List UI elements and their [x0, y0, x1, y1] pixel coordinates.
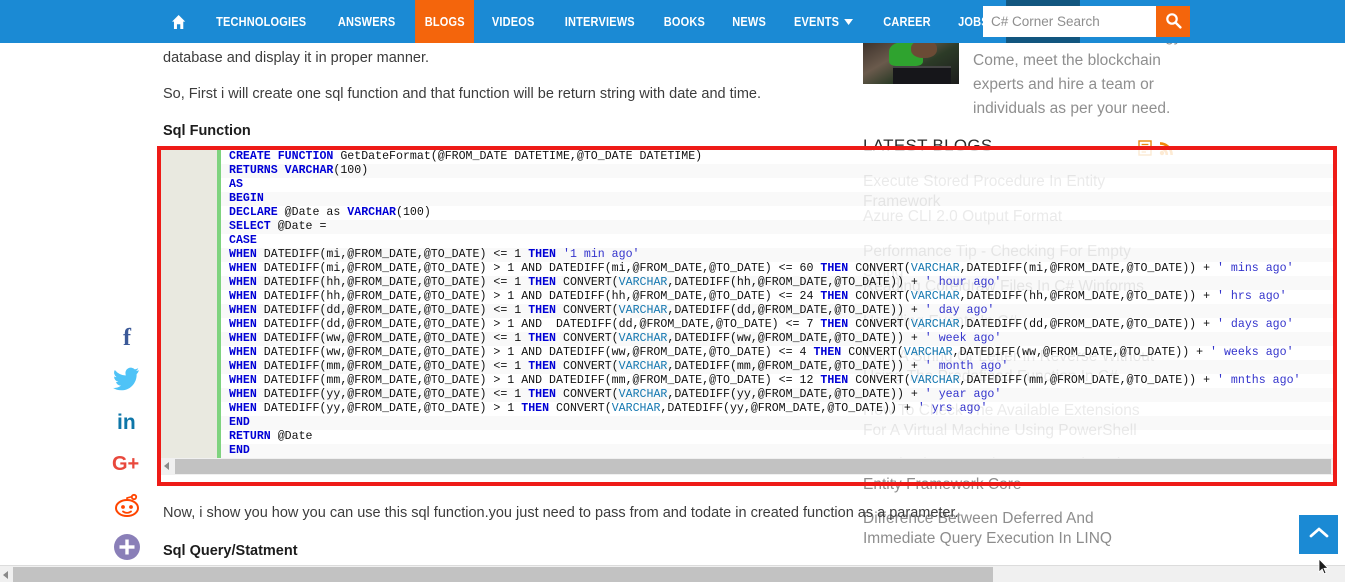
scroll-left-arrow-icon[interactable]: [164, 462, 169, 470]
code-line: 09.WHEN DATEDIFF(mi,@FROM_DATE,@TO_DATE)…: [161, 262, 1333, 276]
code-line: 17.WHEN DATEDIFF(mm,@FROM_DATE,@TO_DATE)…: [161, 374, 1333, 388]
svg-text:in: in: [117, 411, 136, 434]
code-line-text: CREATE FUNCTION GetDateFormat(@FROM_DATE…: [229, 150, 703, 163]
nav-label: NEWS: [732, 14, 767, 29]
nav-label: BLOGS: [424, 14, 465, 29]
nav-home-button[interactable]: [162, 0, 196, 43]
code-line-text: WHEN DATEDIFF(mm,@FROM_DATE,@TO_DATE) <=…: [229, 360, 1009, 373]
nav-item-events[interactable]: EVENTS: [785, 0, 864, 43]
code-line-text: CASE: [229, 234, 257, 247]
code-change-marker: [217, 150, 221, 458]
facebook-icon[interactable]: f: [110, 320, 144, 354]
code-line-text: END: [229, 416, 250, 429]
code-line: 07.CASE: [161, 234, 1333, 248]
code-line: 03.AS: [161, 178, 1333, 192]
code-line: 08.WHEN DATEDIFF(mi,@FROM_DATE,@TO_DATE)…: [161, 248, 1333, 262]
svg-text:G+: G+: [112, 453, 139, 475]
code-line-text: WHEN DATEDIFF(ww,@FROM_DATE,@TO_DATE) > …: [229, 346, 1294, 359]
code-line-text: END: [229, 444, 250, 457]
code-line: 06.SELECT @Date =: [161, 220, 1333, 234]
code-line: 12.WHEN DATEDIFF(dd,@FROM_DATE,@TO_DATE)…: [161, 304, 1333, 318]
search-box: [983, 6, 1190, 37]
share-more-icon[interactable]: [110, 530, 144, 564]
code-line: 18.WHEN DATEDIFF(yy,@FROM_DATE,@TO_DATE)…: [161, 388, 1333, 402]
svg-text:f: f: [123, 325, 132, 350]
page-scrollbar-thumb[interactable]: [13, 567, 993, 582]
nav-label: CAREER: [882, 14, 931, 29]
code-line-text: WHEN DATEDIFF(yy,@FROM_DATE,@TO_DATE) <=…: [229, 388, 1002, 401]
nav-item-blogs[interactable]: BLOGS: [414, 0, 475, 43]
code-line: 01.CREATE FUNCTION GetDateFormat(@FROM_D…: [161, 150, 1333, 164]
code-line-text: WHEN DATEDIFF(mi,@FROM_DATE,@TO_DATE) <=…: [229, 248, 640, 261]
nav-item-books[interactable]: BOOKS: [654, 0, 715, 43]
code-line-text: RETURN @Date: [229, 430, 313, 443]
scroll-left-arrow-icon[interactable]: [3, 571, 8, 579]
code-line-text: WHEN DATEDIFF(yy,@FROM_DATE,@TO_DATE) > …: [229, 402, 988, 415]
code-line: 21.RETURN @Date: [161, 430, 1333, 444]
browser-page: built on Blockchain technology? Come, me…: [0, 0, 1345, 582]
code-horizontal-scrollbar[interactable]: [161, 458, 1333, 475]
googleplus-icon[interactable]: G+: [110, 446, 144, 480]
nav-item-answers[interactable]: ANSWERS: [329, 0, 406, 43]
code-line: 15.WHEN DATEDIFF(ww,@FROM_DATE,@TO_DATE)…: [161, 346, 1333, 360]
article-heading-sql-query: Sql Query/Statment: [163, 543, 298, 559]
code-line-text: WHEN DATEDIFF(mi,@FROM_DATE,@TO_DATE) > …: [229, 262, 1294, 275]
code-line: 16.WHEN DATEDIFF(mm,@FROM_DATE,@TO_DATE)…: [161, 360, 1333, 374]
article-heading-sql-function: Sql Function: [163, 123, 251, 139]
code-viewer[interactable]: 01.CREATE FUNCTION GetDateFormat(@FROM_D…: [161, 150, 1333, 482]
search-icon: [1165, 12, 1182, 32]
nav-label: BOOKS: [663, 14, 706, 29]
code-line-text: WHEN DATEDIFF(dd,@FROM_DATE,@TO_DATE) <=…: [229, 304, 995, 317]
chevron-down-icon: [844, 18, 854, 25]
code-line: 20.END: [161, 416, 1333, 430]
linkedin-icon[interactable]: in: [110, 404, 144, 438]
code-line-text: RETURNS VARCHAR(100): [229, 164, 369, 177]
mouse-cursor: [1318, 558, 1330, 581]
nav-item-career[interactable]: CAREER: [873, 0, 940, 43]
scroll-to-top-button[interactable]: [1299, 515, 1338, 554]
code-line: 02.RETURNS VARCHAR(100): [161, 164, 1333, 178]
code-line-text: SELECT @Date =: [229, 220, 327, 233]
nav-item-videos[interactable]: VIDEOS: [482, 0, 544, 43]
code-line-number-gutter: [161, 150, 217, 458]
code-line: 14.WHEN DATEDIFF(ww,@FROM_DATE,@TO_DATE)…: [161, 332, 1333, 346]
nav-item-interviews[interactable]: INTERVIEWS: [555, 0, 644, 43]
article-paragraph-3: Now, i show you how you can use this sql…: [163, 505, 959, 521]
search-input[interactable]: [983, 6, 1156, 37]
code-line-text: AS: [229, 178, 243, 191]
nav-label: TECHNOLOGIES: [216, 14, 307, 29]
social-share-rail: f in G+: [110, 320, 150, 572]
code-line-text: WHEN DATEDIFF(dd,@FROM_DATE,@TO_DATE) > …: [229, 318, 1294, 331]
code-block-highlight-box: 01.CREATE FUNCTION GetDateFormat(@FROM_D…: [157, 146, 1337, 486]
code-line: 22.END: [161, 444, 1333, 458]
code-line-text: WHEN DATEDIFF(hh,@FROM_DATE,@TO_DATE) <=…: [229, 276, 1002, 289]
reddit-icon[interactable]: [110, 488, 144, 522]
code-lines-container: 01.CREATE FUNCTION GetDateFormat(@FROM_D…: [161, 150, 1333, 458]
home-icon: [171, 14, 186, 30]
code-line-text: WHEN DATEDIFF(mm,@FROM_DATE,@TO_DATE) > …: [229, 374, 1301, 387]
code-line: 13.WHEN DATEDIFF(dd,@FROM_DATE,@TO_DATE)…: [161, 318, 1333, 332]
code-line: 11.WHEN DATEDIFF(hh,@FROM_DATE,@TO_DATE)…: [161, 290, 1333, 304]
nav-item-news[interactable]: NEWS: [723, 0, 776, 43]
code-line: 10.WHEN DATEDIFF(hh,@FROM_DATE,@TO_DATE)…: [161, 276, 1333, 290]
code-scrollbar-thumb[interactable]: [175, 459, 1331, 474]
code-line-text: DECLARE @Date as VARCHAR(100): [229, 206, 431, 219]
twitter-icon[interactable]: [110, 362, 144, 396]
code-line: 19.WHEN DATEDIFF(yy,@FROM_DATE,@TO_DATE)…: [161, 402, 1333, 416]
code-line-text: BEGIN: [229, 192, 264, 205]
nav-label: EVENTS: [794, 14, 840, 29]
nav-label: INTERVIEWS: [564, 14, 635, 29]
nav-label: ANSWERS: [338, 14, 396, 29]
search-button[interactable]: [1156, 6, 1190, 37]
article-paragraph-1: database and display it in proper manner…: [163, 50, 430, 66]
chevron-up-icon: [1309, 526, 1329, 544]
code-line-text: WHEN DATEDIFF(hh,@FROM_DATE,@TO_DATE) > …: [229, 290, 1287, 303]
page-horizontal-scrollbar[interactable]: [0, 565, 1345, 582]
code-line: 04.BEGIN: [161, 192, 1333, 206]
code-line-text: WHEN DATEDIFF(ww,@FROM_DATE,@TO_DATE) <=…: [229, 332, 1002, 345]
article-paragraph-2: So, First i will create one sql function…: [163, 86, 762, 102]
nav-label: VIDEOS: [492, 14, 535, 29]
nav-item-technologies[interactable]: TECHNOLOGIES: [206, 0, 315, 43]
code-line: 05.DECLARE @Date as VARCHAR(100): [161, 206, 1333, 220]
